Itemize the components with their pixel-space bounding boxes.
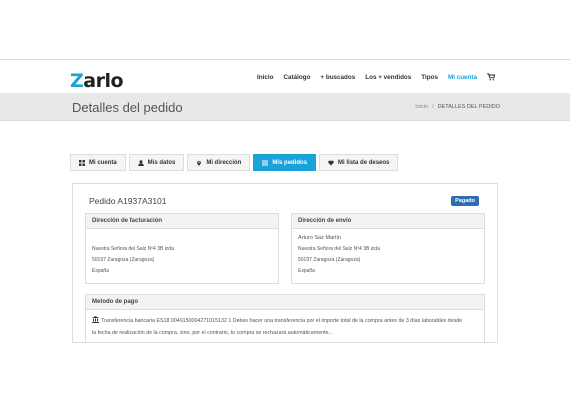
billing-blank-line <box>92 233 272 244</box>
shipping-address-body: Arturo Saz Martín Nuestra Señora del Sal… <box>292 229 484 281</box>
main-nav: Inicio Catálogo + buscados Los + vendido… <box>257 73 496 81</box>
tab-mis-pedidos[interactable]: Mis pedidos <box>253 154 317 171</box>
payment-line: Transferencia bancaria ES18 004915000427… <box>92 315 478 327</box>
nav-item-mas-vendidos[interactable]: Los + vendidos <box>365 74 411 81</box>
order-id: Pedido A1937A3101 <box>89 196 167 206</box>
tab-label: Mis datos <box>147 159 176 166</box>
payment-method-title: Metodo de pago <box>86 295 484 310</box>
breadcrumb-home[interactable]: Inicio <box>415 104 428 110</box>
shipping-name: Arturo Saz Martín <box>298 235 342 241</box>
payment-line: la fecha de realización de la compra, si… <box>92 330 333 336</box>
shipping-address-box: Dirección de envío Arturo Saz Martín Nue… <box>291 213 485 284</box>
map-pin-icon <box>197 160 202 166</box>
payment-method-box: Metodo de pago Transferencia bancaria ES… <box>85 294 485 342</box>
heart-icon <box>328 160 334 165</box>
top-navbar: Zarlo Inicio Catálogo + buscados Los + v… <box>0 59 570 93</box>
tab-label: Mi cuenta <box>89 159 117 166</box>
list-icon <box>262 160 269 165</box>
billing-address-box: Dirección de facturación Nuestra Señora … <box>85 213 279 284</box>
status-badge: Pagado <box>451 196 479 206</box>
breadcrumb-current: DETALLES DEL PEDIDO <box>437 104 500 110</box>
payment-text: Transferencia bancaria ES18 004915000427… <box>101 318 463 324</box>
tab-mi-cuenta[interactable]: Mi cuenta <box>70 154 126 171</box>
user-icon <box>137 159 144 166</box>
tab-label: Mi lista de deseos <box>338 159 390 166</box>
shipping-line: Nuestra Señora del Salz Nº4 3B izda <box>298 246 380 252</box>
tab-mis-datos[interactable]: Mis datos <box>128 154 185 171</box>
tab-label: Mis pedidos <box>272 159 308 166</box>
nav-item-mi-cuenta[interactable]: Mi cuenta <box>448 74 477 81</box>
shipping-address-title: Dirección de envío <box>292 214 484 229</box>
nav-item-inicio[interactable]: Inicio <box>257 74 273 81</box>
cart-icon[interactable] <box>487 73 496 81</box>
tab-mi-lista-de-deseos[interactable]: Mi lista de deseos <box>319 154 399 171</box>
shipping-line: 50197 Zaragoza (Zaragoza) <box>298 257 361 263</box>
nav-item-tipos[interactable]: Tipos <box>421 74 438 81</box>
tab-label: Mi dirección <box>206 159 242 166</box>
breadcrumb: Inicio / DETALLES DEL PEDIDO <box>415 104 500 110</box>
page-title-bar: Detalles del pedido Inicio / DETALLES DE… <box>0 93 570 121</box>
billing-address-title: Dirección de facturación <box>86 214 278 229</box>
grid-icon <box>79 159 85 166</box>
billing-address-body: Nuestra Señora del Salz Nº4 3B izda 5019… <box>86 229 278 281</box>
bank-icon <box>92 316 99 323</box>
order-panel: Pedido A1937A3101 Pagado Dirección de fa… <box>72 183 498 343</box>
logo-text: arlo <box>83 70 124 92</box>
billing-line: España <box>92 268 109 274</box>
logo[interactable]: Zarlo <box>70 70 124 92</box>
billing-line: 50197 Zaragoza (Zaragoza) <box>92 257 155 263</box>
logo-mark: Z <box>70 70 84 92</box>
shipping-line: España <box>298 268 315 274</box>
payment-method-body: Transferencia bancaria ES18 004915000427… <box>86 310 484 342</box>
nav-item-catalogo[interactable]: Catálogo <box>283 74 310 81</box>
billing-line: Nuestra Señora del Salz Nº4 3B izda <box>92 246 174 252</box>
page-title: Detalles del pedido <box>72 100 183 115</box>
account-tabs: Mi cuenta Mis datos Mi dirección Mis ped… <box>70 154 399 171</box>
breadcrumb-separator: / <box>432 104 434 110</box>
nav-item-mas-buscados[interactable]: + buscados <box>320 74 355 81</box>
tab-mi-direccion[interactable]: Mi dirección <box>187 154 251 171</box>
